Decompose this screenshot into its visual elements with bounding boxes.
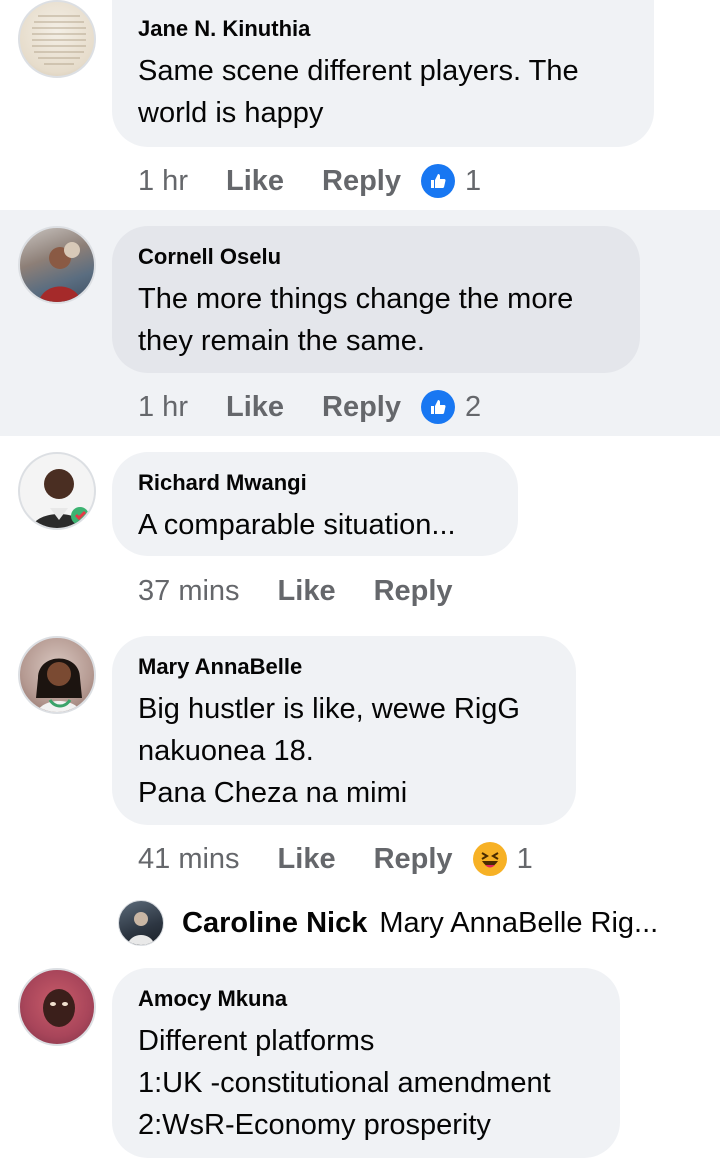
avatar[interactable] (18, 636, 96, 714)
comment-item: Cornell Oselu The more things change the… (0, 210, 720, 436)
comment-author[interactable]: Mary AnnaBelle (138, 654, 550, 680)
comment-actions: 1 hr Like Reply 2 (138, 387, 481, 427)
comment-bubble: Jane N. Kinuthia Same scene different pl… (112, 0, 654, 147)
comment-text: The more things change the more they rem… (138, 283, 574, 357)
avatar[interactable] (18, 452, 96, 530)
like-button[interactable]: Like (226, 165, 284, 198)
like-icon[interactable] (421, 390, 455, 424)
avatar[interactable] (118, 900, 164, 946)
reply-preview-text[interactable]: Mary AnnaBelle Rig... (379, 907, 658, 940)
reply-button[interactable]: Reply (374, 575, 453, 608)
avatar[interactable] (18, 226, 96, 304)
avatar-photo (127, 912, 155, 945)
reply-button[interactable]: Reply (322, 165, 401, 198)
comment-time[interactable]: 41 mins (138, 843, 240, 876)
avatar[interactable] (18, 968, 96, 1046)
comment-bubble: Amocy Mkuna Different platforms 1:UK -co… (112, 968, 620, 1158)
comment-author[interactable]: Cornell Oselu (138, 244, 614, 270)
avatar[interactable] (18, 0, 96, 78)
comment-bubble: Richard Mwangi A comparable situation... (112, 452, 518, 556)
avatar-photo (31, 469, 89, 528)
comment-item: Richard Mwangi A comparable situation...… (0, 436, 720, 626)
comment-text: A comparable situation... (138, 509, 456, 541)
reply-preview-row[interactable]: Caroline Nick Mary AnnaBelle Rig... (118, 893, 658, 953)
comment-text: Same scene different players. The world … (138, 55, 579, 129)
comment-author[interactable]: Amocy Mkuna (138, 986, 594, 1012)
comment-time[interactable]: 37 mins (138, 575, 240, 608)
avatar-text-image (32, 15, 86, 65)
reaction-count[interactable]: 2 (465, 391, 481, 424)
comment-text: Different platforms 1:UK -constitutional… (138, 1025, 551, 1141)
reaction-count[interactable]: 1 (517, 843, 533, 876)
reply-button[interactable]: Reply (374, 843, 453, 876)
like-icon[interactable] (421, 164, 455, 198)
comment-bubble: Cornell Oselu The more things change the… (112, 226, 640, 373)
comment-time[interactable]: 1 hr (138, 165, 188, 198)
haha-icon[interactable] (472, 842, 507, 876)
comment-bubble: Mary AnnaBelle Big hustler is like, wewe… (112, 636, 576, 825)
comment-text: Big hustler is like, wewe RigG nakuonea … (138, 693, 520, 809)
avatar-photo (38, 242, 82, 302)
avatar-photo (36, 658, 82, 712)
reply-button[interactable]: Reply (322, 391, 401, 424)
like-button[interactable]: Like (278, 575, 336, 608)
like-button[interactable]: Like (226, 391, 284, 424)
comment-item: Amocy Mkuna Different platforms 1:UK -co… (0, 966, 720, 1165)
reaction-count[interactable]: 1 (465, 165, 481, 198)
comment-author[interactable]: Richard Mwangi (138, 470, 492, 496)
comment-time[interactable]: 1 hr (138, 391, 188, 424)
avatar-photo (43, 989, 75, 1027)
comment-actions: 37 mins Like Reply (138, 571, 473, 611)
reply-author[interactable]: Caroline Nick (182, 907, 367, 940)
comment-actions: 41 mins Like Reply 1 (138, 839, 533, 879)
comment-author[interactable]: Jane N. Kinuthia (138, 16, 628, 42)
comment-actions: 1 hr Like Reply 1 (138, 161, 481, 201)
like-button[interactable]: Like (278, 843, 336, 876)
comment-item: Jane N. Kinuthia Same scene different pl… (0, 0, 720, 210)
